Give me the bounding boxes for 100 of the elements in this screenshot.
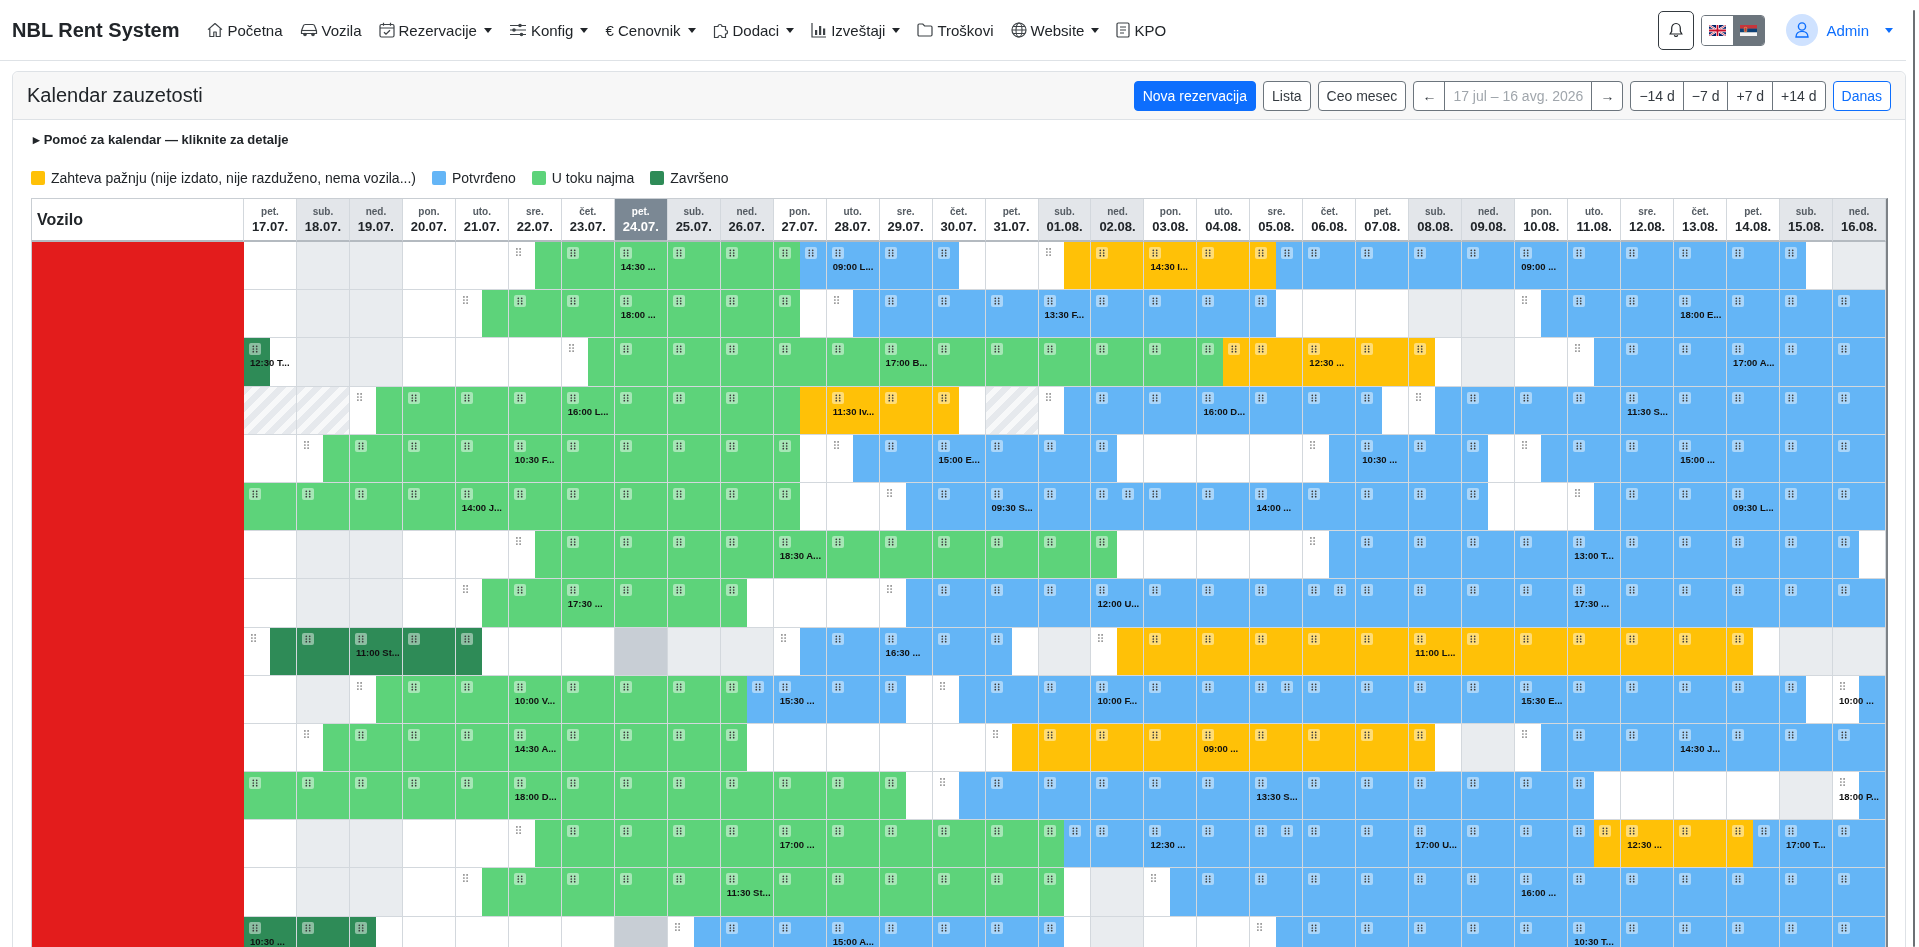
nav-link[interactable]: Vozila: [299, 21, 362, 39]
booking-cell[interactable]: [667, 531, 721, 580]
booking-cell[interactable]: [1462, 579, 1516, 628]
booking-cell[interactable]: [402, 434, 456, 483]
drag-handle-icon[interactable]: [1626, 921, 1639, 934]
booking-cell[interactable]: [720, 531, 774, 580]
drag-handle-icon[interactable]: [725, 825, 738, 838]
view-button[interactable]: Ceo mesec: [1317, 80, 1407, 111]
drag-handle-icon[interactable]: [1573, 825, 1586, 838]
booking-bar[interactable]: [269, 627, 296, 675]
drag-handle-icon[interactable]: [249, 777, 261, 790]
drag-handle-icon[interactable]: [1838, 439, 1851, 452]
drag-handle-icon[interactable]: [1785, 680, 1798, 693]
drag-handle-icon[interactable]: [1414, 921, 1427, 934]
booking-cell[interactable]: [1833, 820, 1886, 869]
booking-cell[interactable]: [1091, 242, 1145, 291]
booking-cell[interactable]: [1833, 723, 1886, 773]
booking-cell[interactable]: [773, 868, 827, 917]
booking-cell[interactable]: [244, 772, 297, 821]
drag-handle-icon[interactable]: [1785, 873, 1798, 886]
drag-handle-icon[interactable]: [354, 921, 367, 934]
booking-cell[interactable]: [667, 482, 721, 532]
drag-handle-icon[interactable]: [513, 439, 526, 452]
booking-cell[interactable]: [1833, 434, 1886, 483]
drag-handle-icon[interactable]: [1732, 487, 1745, 500]
drag-handle-icon[interactable]: [1732, 921, 1745, 934]
drag-handle-icon[interactable]: [725, 873, 738, 886]
booking-cell[interactable]: [1091, 820, 1145, 869]
drag-handle-icon[interactable]: [1361, 825, 1374, 838]
drag-handle-icon[interactable]: [1096, 680, 1109, 693]
booking-cell[interactable]: [1833, 386, 1886, 435]
booking-cell[interactable]: [985, 675, 1039, 724]
drag-handle-icon[interactable]: [1361, 247, 1374, 259]
booking-cell[interactable]: [1515, 772, 1569, 821]
booking-cell[interactable]: [244, 482, 297, 532]
booking-cell[interactable]: [614, 868, 668, 917]
booking-cell[interactable]: [1303, 868, 1357, 917]
drag-handle-icon[interactable]: [1573, 777, 1586, 790]
drag-handle-icon[interactable]: [1573, 632, 1586, 645]
drag-handle-icon[interactable]: [1308, 632, 1321, 645]
drag-handle-icon[interactable]: [1255, 343, 1268, 356]
booking-cell[interactable]: [296, 482, 350, 532]
drag-handle-icon[interactable]: [1626, 728, 1639, 741]
drag-handle-icon[interactable]: [1416, 392, 1422, 401]
booking-cell[interactable]: [402, 627, 456, 676]
booking-cell[interactable]: [1621, 434, 1675, 483]
booking-cell[interactable]: [1727, 723, 1781, 773]
booking-cell[interactable]: [1250, 723, 1304, 773]
help-toggle[interactable]: ▸ Pomoć za kalendar — kliknite za detalje: [31, 130, 289, 150]
drag-handle-icon[interactable]: [992, 729, 998, 738]
booking-cell[interactable]: [720, 772, 774, 821]
drag-handle-icon[interactable]: [1520, 632, 1533, 645]
booking-cell[interactable]: [1197, 772, 1251, 821]
booking-cell[interactable]: [1621, 723, 1675, 773]
drag-handle-icon[interactable]: [937, 536, 950, 549]
drag-handle-icon[interactable]: [1626, 487, 1639, 500]
booking-cell[interactable]: [1833, 290, 1886, 339]
booking-cell[interactable]: [1674, 675, 1728, 724]
drag-handle-icon[interactable]: [1732, 825, 1745, 838]
booking-cell[interactable]: [1409, 579, 1463, 628]
booking-cell[interactable]: [1568, 675, 1622, 724]
drag-handle-icon[interactable]: [1626, 680, 1639, 693]
drag-handle-icon[interactable]: [831, 343, 844, 356]
drag-handle-icon[interactable]: [1043, 728, 1056, 741]
drag-handle-icon[interactable]: [1043, 487, 1056, 500]
booking-cell[interactable]: [455, 675, 509, 724]
booking-cell[interactable]: 14:30 I...: [1144, 242, 1198, 291]
drag-handle-icon[interactable]: [1520, 680, 1533, 693]
drag-handle-icon[interactable]: [1467, 536, 1480, 549]
drag-handle-icon[interactable]: [1308, 921, 1321, 934]
drag-handle-icon[interactable]: [462, 585, 468, 594]
booking-cell[interactable]: [1091, 290, 1145, 339]
booking-cell[interactable]: [985, 868, 1039, 917]
booking-cell[interactable]: [1833, 482, 1886, 532]
booking-cell[interactable]: [614, 579, 668, 628]
nav-link[interactable]: Konfig: [508, 21, 589, 39]
booking-cell[interactable]: 15:00 A...: [826, 916, 880, 947]
drag-handle-icon[interactable]: [1838, 584, 1851, 597]
drag-handle-icon[interactable]: [1096, 391, 1109, 404]
booking-cell[interactable]: 17:00 A...: [1727, 338, 1781, 387]
booking-cell[interactable]: [720, 338, 774, 387]
booking-cell[interactable]: [1780, 338, 1834, 387]
drag-handle-icon[interactable]: [990, 487, 1003, 500]
drag-handle-icon[interactable]: [1308, 825, 1321, 838]
drag-handle-icon[interactable]: [1679, 391, 1692, 404]
drag-handle-icon[interactable]: [1575, 344, 1581, 353]
drag-handle-icon[interactable]: [672, 584, 685, 597]
brand-name[interactable]: NBL Rent System: [12, 18, 180, 42]
drag-handle-icon[interactable]: [1732, 391, 1745, 404]
booking-cell[interactable]: 15:00 ...: [1674, 434, 1728, 483]
booking-cell[interactable]: [1038, 482, 1092, 532]
drag-handle-icon[interactable]: [515, 826, 521, 835]
drag-handle-icon[interactable]: [831, 680, 844, 693]
drag-handle-icon[interactable]: [1573, 921, 1586, 934]
drag-handle-icon[interactable]: [1122, 487, 1135, 500]
drag-handle-icon[interactable]: [1522, 296, 1528, 305]
booking-cell[interactable]: [1356, 675, 1410, 724]
drag-handle-icon[interactable]: [1202, 825, 1215, 838]
drag-handle-icon[interactable]: [407, 680, 420, 693]
drag-handle-icon[interactable]: [1626, 391, 1639, 404]
